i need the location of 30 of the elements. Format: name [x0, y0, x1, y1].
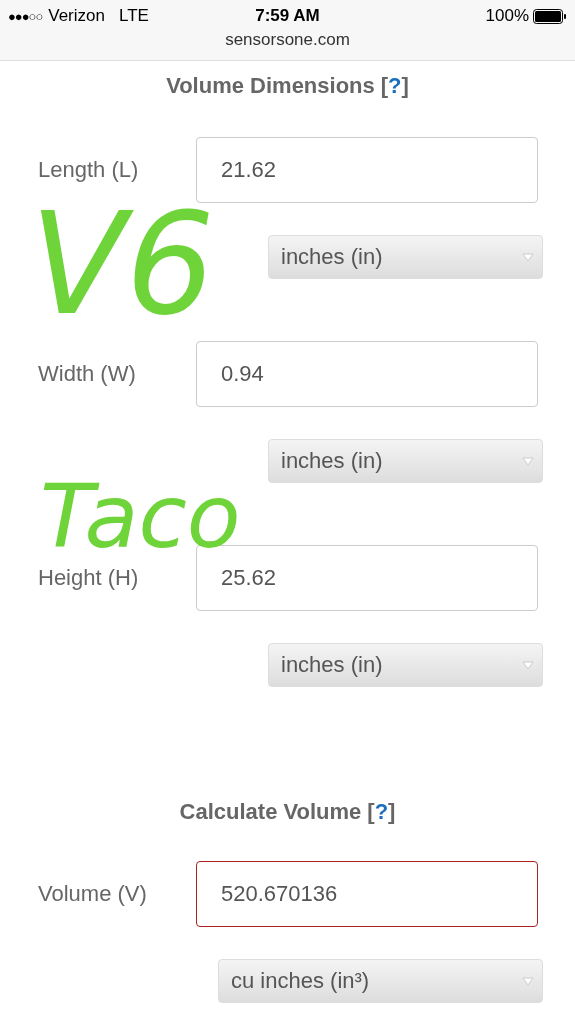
- field-label: Volume (V): [37, 881, 148, 907]
- bracket: [: [380, 73, 389, 99]
- address-url[interactable]: sensorsone.com: [0, 30, 575, 50]
- battery-percent: 100%: [485, 6, 529, 26]
- section-title: Calculate Volume: [179, 799, 362, 825]
- caret-icon: [522, 976, 534, 986]
- network-type: LTE: [118, 6, 149, 26]
- unit-dropdown[interactable]: cu inches (in³): [218, 959, 543, 1003]
- unit-dropdown[interactable]: inches (in): [268, 235, 543, 279]
- unit-dropdown[interactable]: inches (in): [268, 643, 543, 687]
- carrier-name: Verizon: [48, 6, 105, 26]
- field-label: Width (W): [37, 361, 137, 387]
- bracket: [: [367, 799, 375, 825]
- section-title: Volume Dimensions: [166, 73, 375, 99]
- signal-strength: ●●●○○: [8, 8, 43, 24]
- help-link[interactable]: ?: [388, 73, 402, 99]
- field-label: Length (L): [37, 157, 140, 183]
- caret-icon: [522, 456, 534, 466]
- input-field[interactable]: 0.94: [196, 341, 538, 407]
- help-link[interactable]: ?: [374, 799, 389, 825]
- bracket: ]: [401, 73, 409, 99]
- bracket: ]: [388, 799, 396, 825]
- unit-dropdown[interactable]: inches (in): [268, 439, 543, 483]
- field-label: Height (H): [37, 565, 140, 591]
- caret-icon: [522, 252, 534, 262]
- caret-icon: [522, 660, 534, 670]
- input-field[interactable]: 21.62: [196, 137, 538, 203]
- battery-icon: [533, 8, 567, 24]
- result-field[interactable]: 520.670136: [196, 861, 538, 927]
- clock-time: 7:59 AM: [254, 6, 321, 26]
